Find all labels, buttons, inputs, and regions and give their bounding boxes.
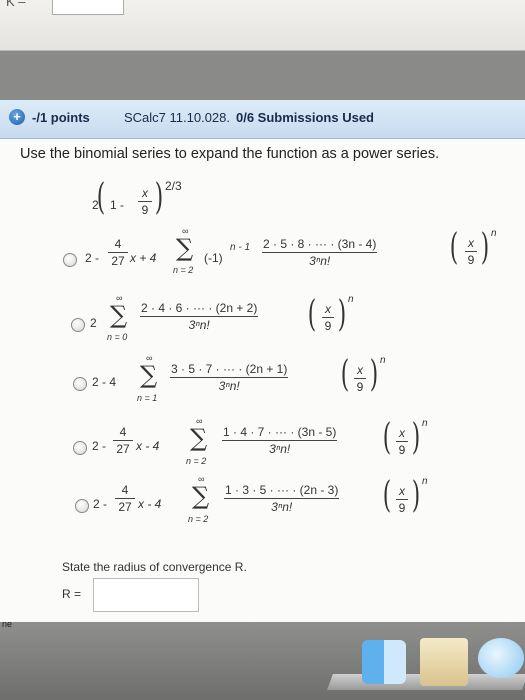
expand-plus-icon[interactable]: +: [9, 109, 25, 125]
option-3-power: n: [380, 355, 386, 366]
option-3-x-over-9: x9: [354, 363, 366, 394]
option-2-sum-lower: n = 0: [107, 332, 128, 342]
option-2-prefix: 2: [90, 316, 97, 330]
option-1-product-fraction: 2 · 5 · 8 · ··· · (3n - 4) 3ⁿn!: [262, 237, 378, 268]
option-1-open-paren: (: [449, 227, 459, 268]
option-4-close-paren: ): [411, 417, 421, 458]
option-1-sigma: ∑: [176, 234, 194, 262]
previous-stub-text: K –: [6, 0, 26, 9]
option-5-product-fraction: 1 · 3 · 5 · ··· · (2n - 3) 3ⁿn!: [224, 483, 340, 514]
option-4-product-fraction: 1 · 4 · 7 · ··· · (3n - 5) 3ⁿn!: [222, 425, 338, 456]
option-1-sign-term: (-1): [204, 251, 223, 265]
option-4-sigma: ∑: [190, 424, 208, 452]
question-panel: + -/1 points SCalc7 11.10.028. 0/6 Submi…: [0, 100, 525, 622]
option-3-product-fraction: 3 · 5 · 7 · ··· · (2n + 1) 3ⁿn!: [170, 362, 289, 393]
option-5-x-over-9: x9: [396, 484, 408, 515]
option-4-power: n: [422, 418, 428, 429]
option-2-power: n: [348, 294, 354, 305]
option-5-sum-lower: n = 2: [188, 514, 209, 524]
messages-icon[interactable]: [478, 638, 524, 678]
question-prompt: Use the binomial series to expand the fu…: [20, 146, 440, 162]
dock-stub-text: ne: [2, 619, 13, 629]
radius-input[interactable]: [93, 578, 199, 612]
radius-prompt: State the radius of convergence R.: [62, 560, 247, 574]
option-1-close-paren: ): [480, 227, 490, 268]
function-open-paren: (: [96, 177, 106, 218]
submissions-count: 0/6 Submissions Used: [236, 110, 374, 125]
option-3-radio[interactable]: [73, 377, 87, 391]
option-4-open-paren: (: [382, 417, 392, 458]
option-2-product-fraction: 2 · 4 · 6 · ··· · (2n + 2) 3ⁿn!: [140, 301, 259, 332]
preview-app-icon[interactable]: [420, 638, 468, 686]
option-5-radio[interactable]: [75, 499, 89, 513]
option-4-radio[interactable]: [73, 441, 87, 455]
os-dock: ne: [0, 619, 525, 700]
option-2-x-over-9: x9: [322, 302, 334, 333]
option-1-radio[interactable]: [63, 253, 77, 267]
option-5-open-paren: (: [382, 475, 392, 516]
option-5-power: n: [422, 476, 428, 487]
function-close-paren: ): [154, 177, 164, 218]
function-fraction: x 9: [138, 186, 152, 217]
function-exponent: 2/3: [165, 179, 182, 193]
option-5-mid: x - 4: [138, 497, 162, 511]
option-4-sum-lower: n = 2: [186, 456, 207, 466]
option-1-sum-lower: n = 2: [173, 265, 194, 275]
option-3-sigma: ∑: [140, 361, 158, 389]
option-5-close-paren: ): [411, 475, 421, 516]
option-1-mid: x + 4: [130, 251, 157, 265]
option-4-prefix: 2 -: [92, 439, 107, 453]
option-2-open-paren: (: [307, 294, 317, 335]
option-1-prefix: 2 -: [85, 251, 100, 265]
option-2-close-paren: ): [337, 294, 347, 335]
option-4-coef-fraction: 4 27: [113, 425, 133, 456]
points-label: -/1 points: [32, 110, 90, 125]
option-5-coef-fraction: 4 27: [115, 483, 135, 514]
option-2-sigma: ∑: [110, 301, 128, 329]
option-2-radio[interactable]: [71, 318, 85, 332]
option-5-prefix: 2 -: [93, 497, 108, 511]
option-3-open-paren: (: [340, 354, 350, 395]
problem-code: SCalc7 11.10.028.: [124, 110, 230, 125]
option-1-x-over-9: x9: [465, 236, 477, 267]
previous-answer-box[interactable]: [52, 0, 124, 15]
option-3-sum-lower: n = 1: [137, 393, 158, 403]
option-3-close-paren: ): [369, 354, 379, 395]
option-1-coef-fraction: 4 27: [108, 237, 128, 268]
question-header: + -/1 points SCalc7 11.10.028. 0/6 Submi…: [0, 100, 525, 139]
option-4-x-over-9: x9: [396, 426, 408, 457]
option-4-mid: x - 4: [136, 439, 160, 453]
radius-label: R =: [62, 587, 82, 601]
finder-icon[interactable]: [362, 640, 406, 684]
previous-question-strip: K –: [0, 0, 525, 51]
option-1-sign-exponent: n - 1: [230, 242, 251, 253]
option-5-sigma: ∑: [192, 482, 210, 510]
option-1-power: n: [491, 228, 497, 239]
option-3-prefix: 2 - 4: [92, 375, 117, 389]
function-one-minus: 1 -: [110, 198, 125, 212]
